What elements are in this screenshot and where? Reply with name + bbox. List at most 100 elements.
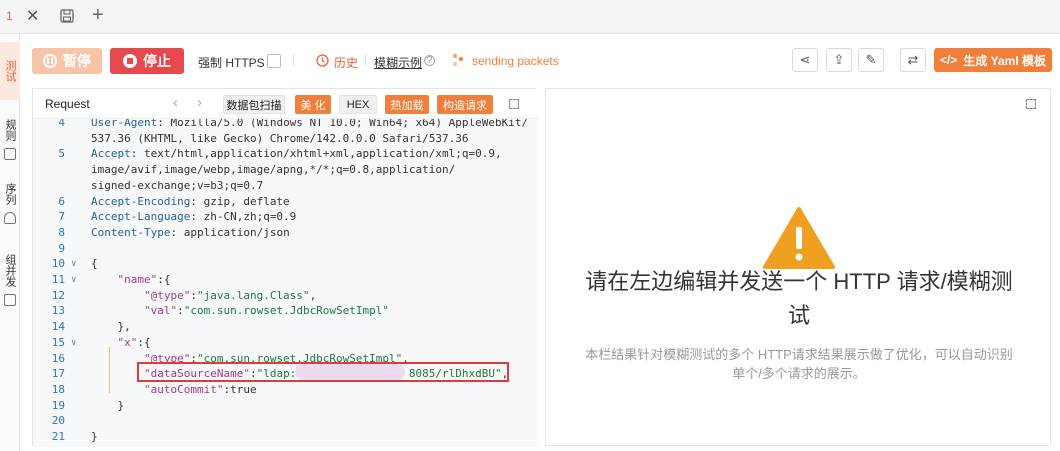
beautify-button[interactable]: 美 化 <box>295 95 331 114</box>
line-number: 7 <box>58 210 65 224</box>
line-number: 21 <box>51 430 65 443</box>
hex-button[interactable]: HEX <box>339 95 377 114</box>
save-icon[interactable] <box>60 9 74 23</box>
concurrent-icon <box>4 294 16 306</box>
line-number: 9 <box>58 241 65 255</box>
sidebar-item-rules[interactable]: 规则 <box>0 116 20 144</box>
divider: | <box>292 52 296 66</box>
add-tab-icon[interactable]: + <box>92 4 104 27</box>
stop-button[interactable]: 停止 <box>110 48 184 74</box>
fuzz-example-link[interactable]: 模糊示例 <box>374 54 422 71</box>
line-number: 20 <box>51 414 65 428</box>
highlight-box <box>137 362 509 382</box>
code-line: 11 ∨ "name":{ <box>33 272 537 288</box>
request-panel: Request ‹ › 数据包扫描 美 化 HEX 热加载 构造请求 4 User… <box>32 88 537 447</box>
line-number: 14 <box>51 320 65 334</box>
indent-guide <box>109 347 110 393</box>
generate-yaml-label: 生成 Yaml 模板 <box>963 53 1047 68</box>
fold-chevron-icon[interactable]: ∨ <box>71 256 76 272</box>
close-icon[interactable]: ✕ <box>26 6 39 26</box>
code-text: "@type":"java.lang.Class", <box>143 288 317 302</box>
line-number: 18 <box>51 382 65 396</box>
code-icon: </> <box>939 53 958 67</box>
code-line: 5 Accept: text/html,application/xhtml+xml… <box>33 146 537 162</box>
line-number: 17 <box>51 367 65 381</box>
code-text: "val":"com.sun.rowset.JdbcRowSetImpl" <box>143 304 390 318</box>
code-line: 9 <box>33 241 537 257</box>
share-icon[interactable]: ⋖ <box>792 48 818 72</box>
code-text: "x":{ <box>117 335 151 349</box>
code-line: 19 } <box>33 398 537 414</box>
code-line: 7 Accept-Language: zh-CN,zh;q=0.9 <box>33 209 537 225</box>
code-line: 12 "@type":"java.lang.Class", <box>33 288 537 304</box>
line-number: 11 <box>51 273 65 286</box>
history-link[interactable]: 历史 <box>334 54 358 71</box>
line-number: 10 <box>51 257 65 271</box>
line-number: 8 <box>58 225 65 239</box>
line-number: 5 <box>58 147 65 161</box>
response-panel: 请在左边编辑并发送一个 HTTP 请求/模糊测试 本栏结果针对模糊测试的多个 H… <box>545 88 1051 446</box>
code-line: 6 Accept-Encoding: gzip, deflate <box>33 194 537 210</box>
sidebar-item-test[interactable]: 测试 <box>0 42 20 100</box>
chevron-left-icon[interactable]: ‹ <box>173 94 178 111</box>
sequence-icon <box>4 212 16 224</box>
hot-reload-button[interactable]: 热加载 <box>385 95 429 114</box>
warning-icon <box>763 207 835 269</box>
stop-label: 停止 <box>143 53 171 69</box>
code-text: image/avif,image/webp,image/apng,*/*;q=0… <box>91 163 456 177</box>
fold-chevron-icon[interactable]: ∨ <box>71 272 76 288</box>
code-line: 20 <box>33 413 537 429</box>
line-number: 12 <box>51 288 65 302</box>
stop-icon <box>123 54 137 68</box>
code-line: image/avif,image/webp,image/apng,*/*;q=0… <box>33 162 537 178</box>
force-https-checkbox[interactable] <box>267 54 281 68</box>
fullscreen-icon[interactable] <box>1026 99 1036 109</box>
code-editor[interactable]: 4 User-Agent: Mozilla/5.0 (Windows NT 10.… <box>33 119 537 447</box>
code-text: signed-exchange;v=b3;q=0.7 <box>91 178 264 192</box>
swap-icon[interactable]: ⇄ <box>900 48 926 72</box>
packet-scan-button[interactable]: 数据包扫描 <box>223 95 285 114</box>
line-number: 6 <box>58 194 65 208</box>
request-title: Request <box>45 97 90 111</box>
code-text: } <box>91 398 125 412</box>
export-icon[interactable]: ⇪ <box>826 48 852 72</box>
sending-status: sending packets <box>472 54 559 68</box>
tab-number[interactable]: 1 <box>6 9 13 23</box>
sidebar-item-sequence[interactable]: 序列 <box>0 180 20 208</box>
pause-icon <box>43 54 57 68</box>
line-number: 16 <box>51 351 65 365</box>
fullscreen-icon[interactable] <box>509 99 519 109</box>
code-line: 10 ∨ { <box>33 256 537 272</box>
code-text: } <box>91 430 98 443</box>
edit-icon[interactable]: ✎ <box>858 48 884 72</box>
tab-bar: 1 ✕ + <box>0 0 1060 34</box>
code-line: 21} <box>33 429 537 445</box>
code-text: "name":{ <box>117 273 171 286</box>
code-text: "autoCommit":true <box>143 382 257 396</box>
line-number: 19 <box>51 398 65 412</box>
build-request-button[interactable]: 构造请求 <box>437 95 493 114</box>
code-line: signed-exchange;v=b3;q=0.7 <box>33 178 537 194</box>
code-text: Accept: text/html,application/xhtml+xml,… <box>91 147 502 161</box>
code-text: User-Agent: Mozilla/5.0 (Windows NT 10.0… <box>91 119 529 129</box>
code-line: 14 }, <box>33 319 537 335</box>
sidebar: 测试 规则 序列 组并发 <box>0 34 20 451</box>
generate-yaml-button[interactable]: </> 生成 Yaml 模板 <box>934 48 1052 72</box>
code-text: Content-Type: application/json <box>91 225 290 239</box>
pause-button[interactable]: 暂停 <box>32 48 102 74</box>
code-text: { <box>91 257 98 271</box>
request-header: Request ‹ › 数据包扫描 美 化 HEX 热加载 构造请求 <box>33 89 537 119</box>
code-line: 537.36 (KHTML, like Gecko) Chrome/142.0.… <box>33 131 537 147</box>
help-icon[interactable]: ? <box>424 55 435 66</box>
code-line: 4 User-Agent: Mozilla/5.0 (Windows NT 10.… <box>33 119 537 131</box>
sidebar-item-concurrent[interactable]: 组并发 <box>0 248 20 292</box>
divider: | <box>364 52 368 66</box>
sending-icon <box>452 53 463 66</box>
line-number: 13 <box>51 304 65 318</box>
chevron-right-icon[interactable]: › <box>197 94 202 111</box>
fold-chevron-icon[interactable]: ∨ <box>71 335 76 351</box>
empty-state-description: 本栏结果针对模糊测试的多个 HTTP请求结果展示做了优化，可以自动识别单个/多个… <box>585 347 1013 381</box>
rules-icon <box>4 148 16 160</box>
history-icon <box>316 54 329 67</box>
line-number: 4 <box>58 119 65 129</box>
